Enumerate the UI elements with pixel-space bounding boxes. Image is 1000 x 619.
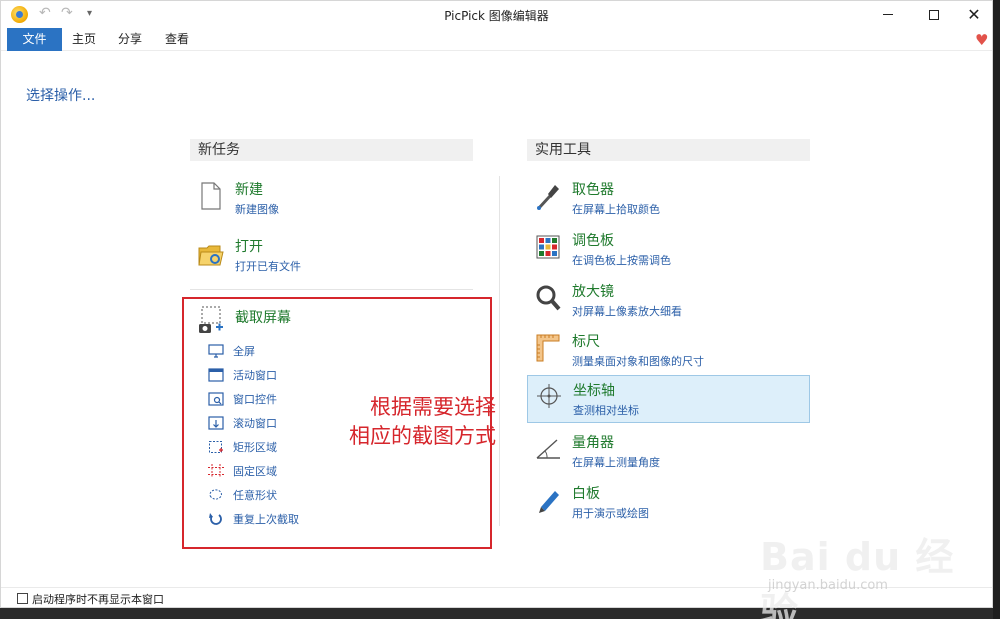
tool-title: 取色器 xyxy=(572,182,614,198)
new-title: 新建 xyxy=(235,182,263,198)
tool-title: 标尺 xyxy=(572,334,600,350)
watermark-main: Bai du 经验 xyxy=(760,535,955,619)
close-button[interactable]: ✕ xyxy=(951,1,997,28)
tool-title: 白板 xyxy=(572,486,600,502)
document-icon xyxy=(201,182,221,210)
open-file-item[interactable]: 打开 打开已有文件 xyxy=(190,232,473,280)
tool-desc: 在屏幕上拾取颜色 xyxy=(572,203,660,216)
tab-home[interactable]: 主页 xyxy=(62,28,106,51)
protractor-icon xyxy=(536,439,560,459)
title-bar: ↶ ↷ ▾ PicPick 图像编辑器 ✕ xyxy=(1,1,992,28)
section-divider xyxy=(190,289,473,290)
window-title: PicPick 图像编辑器 xyxy=(444,9,549,23)
crosshair-icon xyxy=(537,384,561,408)
tool-magnifier[interactable]: 放大镜 对屏幕上像素放大细看 xyxy=(527,277,810,325)
new-desc: 新建图像 xyxy=(235,203,279,216)
tool-title: 量角器 xyxy=(572,435,614,451)
tool-title: 调色板 xyxy=(572,233,614,249)
tab-file[interactable]: 文件 xyxy=(7,28,62,51)
tool-desc: 对屏幕上像素放大细看 xyxy=(572,305,682,318)
new-image-item[interactable]: 新建 新建图像 xyxy=(190,175,473,223)
minimize-button[interactable] xyxy=(865,1,911,28)
annotation-line-1: 根据需要选择 xyxy=(370,395,496,419)
watermark-url: jingyan.baidu.com xyxy=(768,578,888,593)
tool-title: 放大镜 xyxy=(572,284,614,300)
tool-color-picker[interactable]: 取色器 在屏幕上拾取颜色 xyxy=(527,175,810,223)
tool-desc: 在调色板上按需调色 xyxy=(572,254,671,267)
folder-icon xyxy=(198,245,224,266)
tool-palette[interactable]: 调色板 在调色板上按需调色 xyxy=(527,226,810,274)
tool-desc: 用于演示或绘图 xyxy=(572,507,649,520)
tool-ruler[interactable]: 标尺 测量桌面对象和图像的尺寸 xyxy=(527,327,810,375)
maximize-icon xyxy=(929,9,939,20)
annotation-line-2: 相应的截图方式 xyxy=(349,424,496,448)
ribbon-tabs: 文件 主页 分享 查看 ♥ xyxy=(1,28,992,51)
tools-header: 实用工具 xyxy=(527,139,810,161)
tool-desc: 查测相对坐标 xyxy=(573,404,639,417)
close-icon: ✕ xyxy=(967,4,981,24)
tool-desc: 测量桌面对象和图像的尺寸 xyxy=(572,355,704,368)
new-task-header: 新任务 xyxy=(190,139,473,161)
tab-share[interactable]: 分享 xyxy=(108,28,152,51)
dont-show-checkbox[interactable] xyxy=(17,593,28,604)
tool-crosshair[interactable]: 坐标轴 查测相对坐标 xyxy=(527,375,810,423)
pen-icon xyxy=(539,491,559,513)
ruler-icon xyxy=(536,334,560,362)
desktop-background xyxy=(993,0,1000,619)
open-desc: 打开已有文件 xyxy=(235,260,301,273)
tool-desc: 在屏幕上测量角度 xyxy=(572,456,660,469)
tool-title: 坐标轴 xyxy=(573,383,615,399)
tab-view[interactable]: 查看 xyxy=(155,28,199,51)
heart-icon[interactable]: ♥ xyxy=(975,31,988,49)
tool-protractor[interactable]: 量角器 在屏幕上测量角度 xyxy=(527,428,810,476)
column-divider xyxy=(499,176,500,526)
eyedropper-icon xyxy=(537,185,559,210)
baidu-watermark: Bai du 经验 jingyan.baidu.com xyxy=(760,512,990,619)
magnifier-icon xyxy=(536,285,561,311)
palette-icon xyxy=(536,235,560,259)
annotation-text: 根据需要选择 相应的截图方式 xyxy=(301,393,496,451)
dont-show-label[interactable]: 启动程序时不再显示本窗口 xyxy=(32,591,164,607)
open-title: 打开 xyxy=(235,239,263,255)
minimize-icon xyxy=(883,14,893,15)
page-title: 选择操作... xyxy=(26,88,96,104)
